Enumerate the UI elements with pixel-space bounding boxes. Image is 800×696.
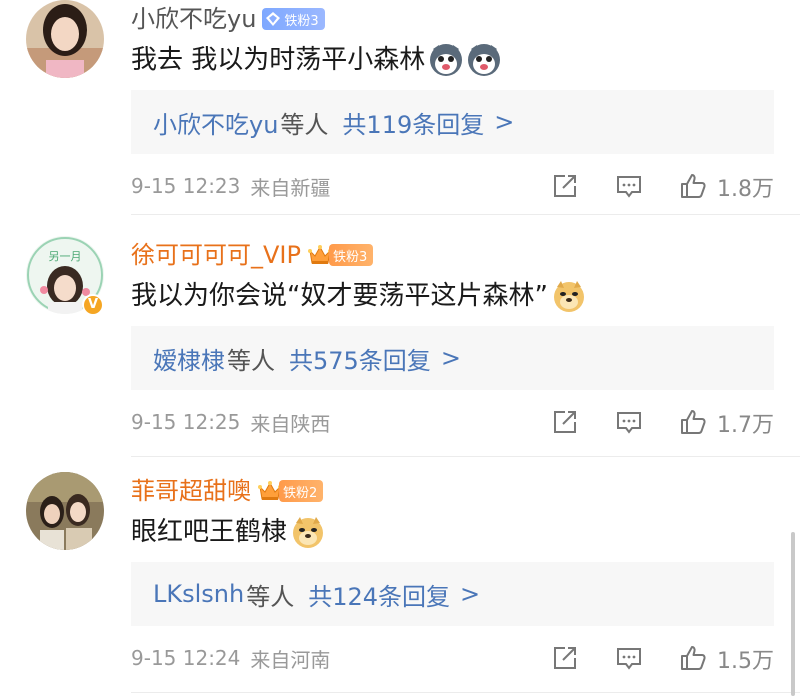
reply-arrow[interactable]: > [494, 108, 514, 136]
reply-count-link[interactable]: 共119条回复 [342, 105, 484, 140]
reply-arrow[interactable]: > [460, 580, 480, 608]
username-row: 徐可可可可_VIP 铁粉3 [131, 238, 374, 272]
comment-actions: 1.5万 [131, 640, 774, 676]
comment-icon[interactable] [615, 644, 643, 672]
fan-badge-label: 铁粉3 [284, 13, 319, 29]
reply-others: 等人 [246, 582, 295, 611]
comment-icon[interactable] [615, 172, 643, 200]
comment-actions: 1.7万 [131, 404, 774, 440]
reply-preview[interactable]: LKslsnh 等人 共124条回复 > [131, 562, 774, 626]
share-icon[interactable] [551, 644, 579, 672]
comment-item: 菲哥超甜噢 铁粉2 眼红吧王鹤棣 LKslsnh 等人 共124条回复 > 9-… [0, 472, 800, 696]
comment-meta: 9-15 12:25 来自陕西 1.7万 [131, 404, 774, 440]
doge-emoji [291, 515, 325, 549]
reply-count-link[interactable]: 共575条回复 [289, 341, 431, 376]
comment-meta: 9-15 12:24 来自河南 1.5万 [131, 640, 774, 676]
reply-user[interactable]: LKslsnh [153, 580, 244, 608]
reply-user[interactable]: 嫒棣棣 [153, 341, 225, 376]
fan-badge-group[interactable]: 铁粉2 [257, 479, 324, 503]
like-icon[interactable] [679, 644, 707, 672]
fan-badge-group[interactable]: 铁粉3 [307, 243, 374, 267]
comment-text-content: 我去 我以为时荡平小森林 [131, 45, 426, 75]
avatar[interactable] [26, 472, 104, 550]
username[interactable]: 徐可可可可_VIP [131, 240, 301, 270]
comment-text: 我以为你会说“奴才要荡平这片森林” [131, 279, 586, 313]
doge-emoji [552, 279, 586, 313]
comment-actions: 1.8万 [131, 168, 774, 204]
reply-preview[interactable]: 嫒棣棣 等人 共575条回复 > [131, 326, 774, 390]
avatar[interactable] [26, 0, 104, 78]
comment-text-content: 眼红吧王鹤棣 [131, 517, 288, 547]
comment-text: 眼红吧王鹤棣 [131, 515, 325, 549]
like-count[interactable]: 1.8万 [717, 171, 774, 203]
like-icon[interactable] [679, 172, 707, 200]
scrollbar[interactable] [791, 532, 795, 696]
fan-badge: 铁粉3 [328, 244, 374, 266]
comment-icon[interactable] [615, 408, 643, 436]
share-icon[interactable] [551, 172, 579, 200]
fan-badge: 铁粉2 [279, 480, 324, 502]
comment-item: 另一月 V 徐可可可可_VIP 铁粉3 我以为你会说“奴才要荡平这片森林” 嫒棣… [0, 236, 800, 458]
like-icon[interactable] [679, 408, 707, 436]
reply-others: 等人 [227, 346, 275, 375]
divider [131, 214, 800, 215]
username-row: 小欣不吃yu 铁粉3 [131, 2, 325, 36]
diamond-icon [266, 12, 281, 26]
share-icon[interactable] [551, 408, 579, 436]
fan-badge-label: 铁粉3 [332, 249, 368, 265]
divider [131, 456, 800, 457]
username[interactable]: 小欣不吃yu [131, 4, 256, 34]
fan-badge-label: 铁粉2 [283, 485, 318, 501]
comment-text: 我去 我以为时荡平小森林 [131, 43, 501, 77]
husky-emoji [429, 43, 463, 77]
username[interactable]: 菲哥超甜噢 [131, 476, 251, 506]
reply-preview[interactable]: 小欣不吃yu 等人 共119条回复 > [131, 90, 774, 154]
reply-others: 等人 [280, 110, 329, 139]
husky-emoji [467, 43, 501, 77]
like-count[interactable]: 1.7万 [717, 407, 774, 439]
comment-item: 小欣不吃yu 铁粉3 我去 我以为时荡平小森林 小欣不吃yu 等人 共119条回… [0, 0, 800, 215]
comment-meta: 9-15 12:23 来自新疆 1.8万 [131, 168, 774, 204]
reply-user[interactable]: 小欣不吃yu [153, 105, 278, 140]
reply-count-link[interactable]: 共124条回复 [308, 577, 450, 612]
fan-badge[interactable]: 铁粉3 [262, 8, 325, 30]
comment-text-content: 我以为你会说“奴才要荡平这片森林” [131, 281, 548, 311]
verified-badge-icon: V [82, 294, 104, 316]
reply-arrow[interactable]: > [441, 344, 461, 372]
divider [131, 692, 800, 693]
avatar-caption: 另一月 [49, 250, 82, 263]
username-row: 菲哥超甜噢 铁粉2 [131, 474, 324, 508]
like-count[interactable]: 1.5万 [717, 643, 774, 675]
